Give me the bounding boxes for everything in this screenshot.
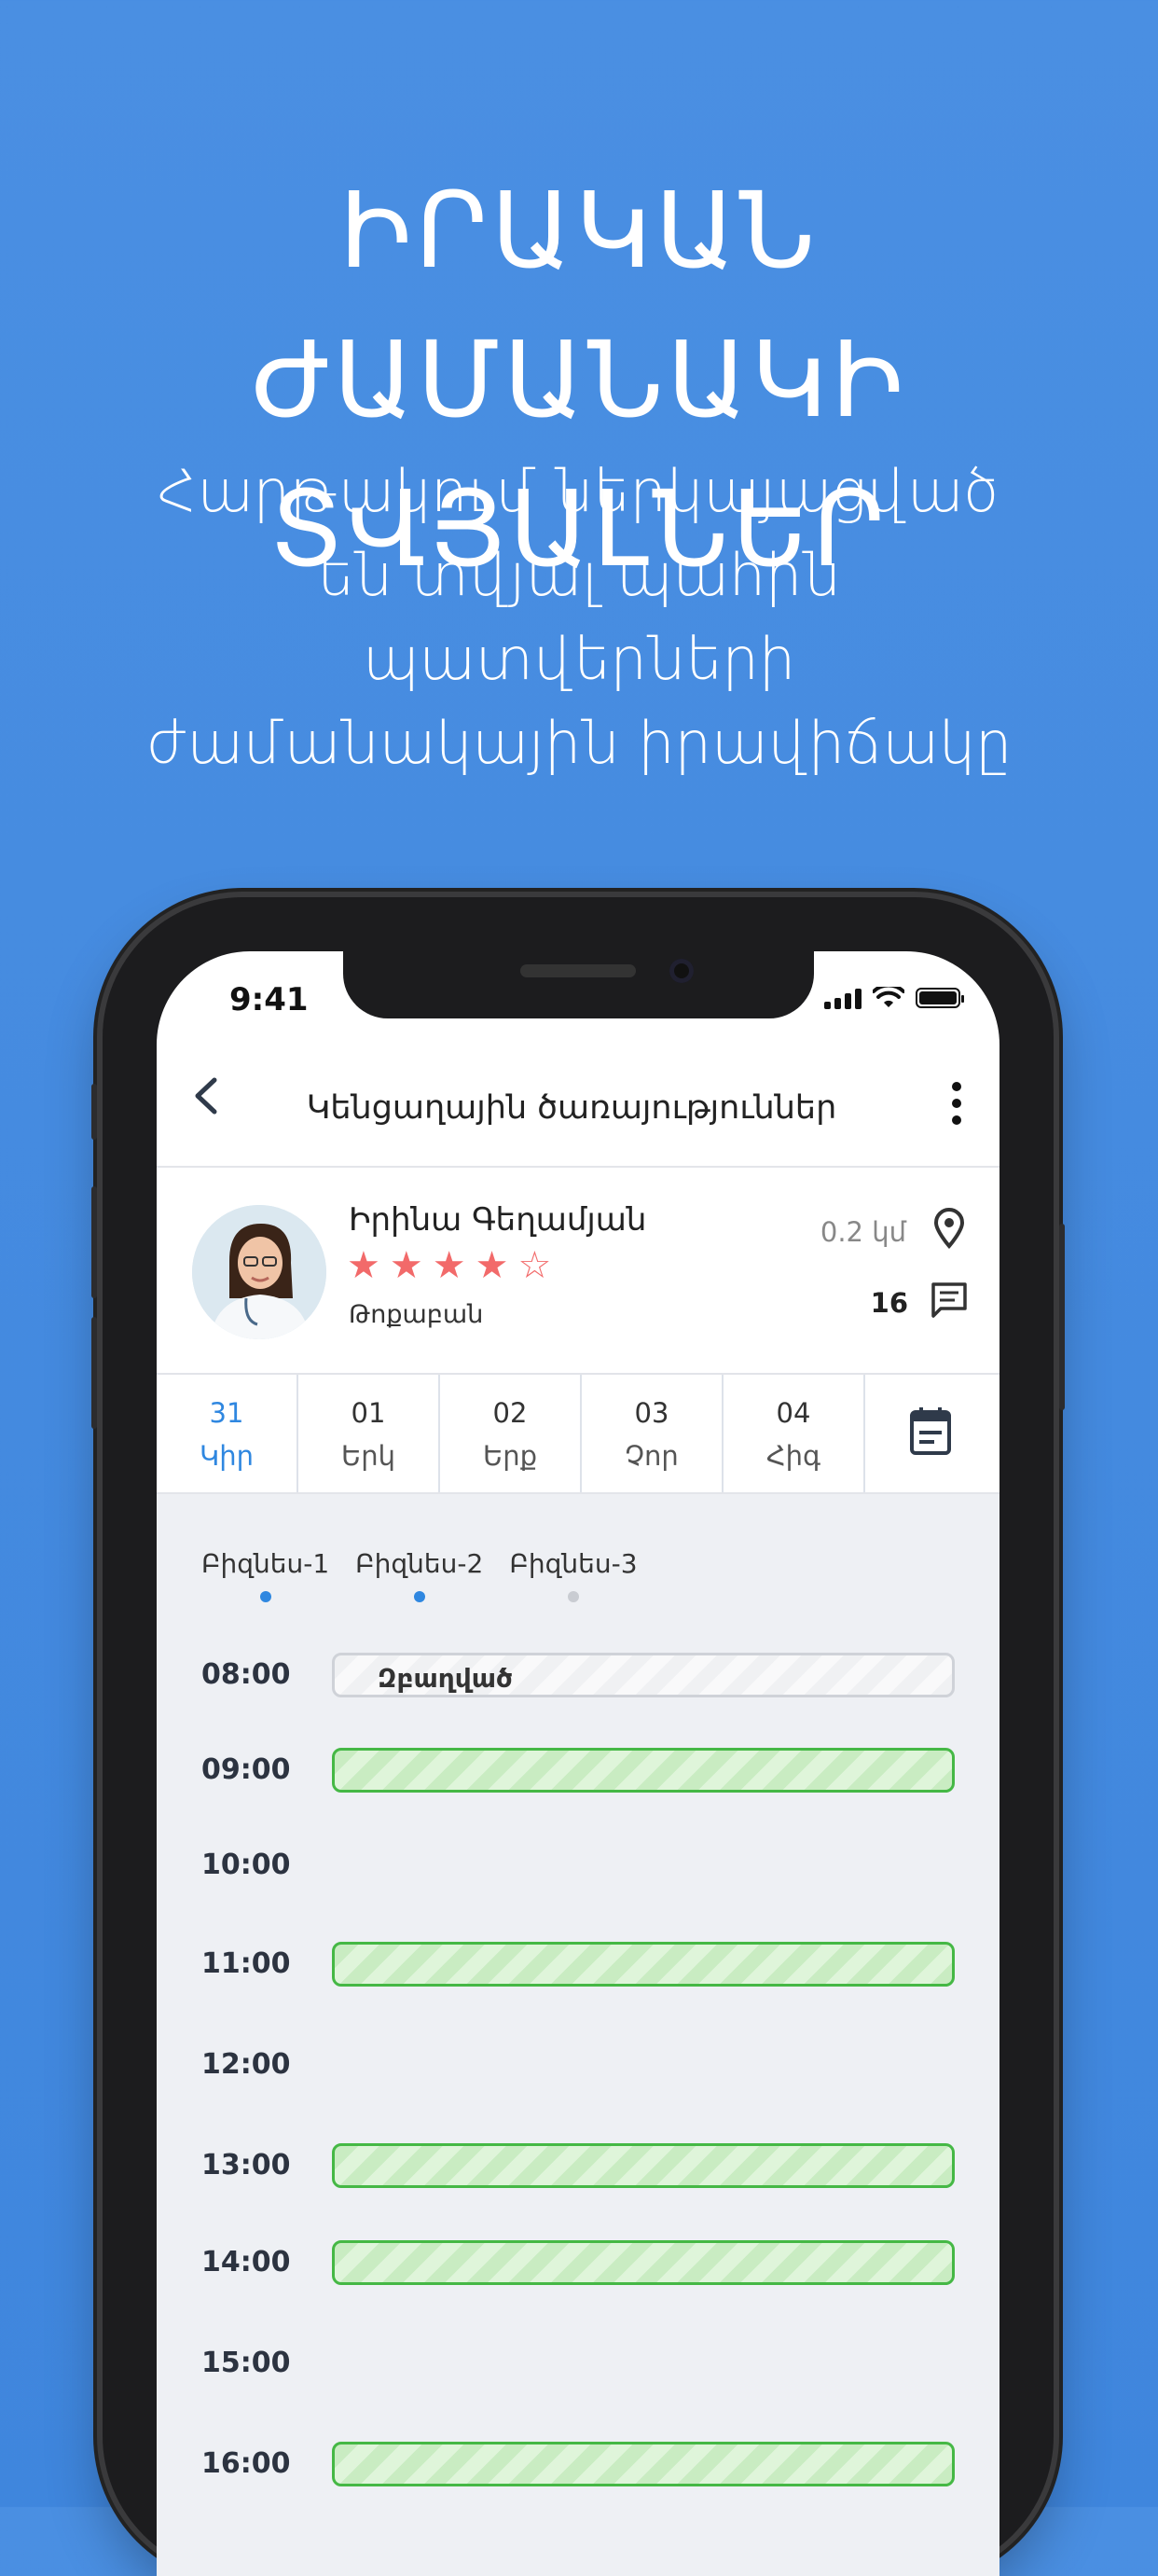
- phone-notch: [343, 951, 814, 1018]
- slot-time-label: 10:00: [201, 1849, 291, 1881]
- star-filled-icon: ★: [347, 1244, 380, 1287]
- front-camera: [669, 959, 694, 983]
- day-number: 31: [209, 1397, 244, 1429]
- star-filled-icon: ★: [432, 1244, 466, 1287]
- star-filled-icon: ★: [475, 1244, 509, 1287]
- slot-time-label: 09:00: [201, 1753, 291, 1786]
- slot-time-label: 12:00: [201, 2048, 291, 2081]
- distance-label: 0.2 կմ: [820, 1216, 906, 1248]
- subline-line-2: են տվյալ պահին: [317, 541, 841, 609]
- status-time: 9:41: [229, 981, 309, 1018]
- day-number: 03: [634, 1397, 669, 1429]
- provider-role: Թոքաբան: [349, 1300, 484, 1329]
- business-tab-label: Բիզնես-1: [201, 1548, 330, 1579]
- active-dot: [413, 1591, 425, 1602]
- schedule-panel: Բիզնես-1 Բիզնես-2 Բիզնես-3 08:00 Զբաղված 0…: [157, 1494, 999, 2576]
- active-dot: [259, 1591, 271, 1602]
- message-count: 16: [870, 1287, 908, 1319]
- day-name: Երկ: [341, 1440, 395, 1472]
- busy-slot: Զբաղված: [332, 1653, 955, 1697]
- subline-line-4: ժամանակային իրավիճակը: [145, 709, 1013, 777]
- slot-time-label: 11:00: [201, 1947, 291, 1980]
- available-slot[interactable]: [332, 2240, 955, 2285]
- battery-icon: [916, 988, 964, 1008]
- slot-time-label: 14:00: [201, 2246, 291, 2278]
- day-tab-0[interactable]: 31 Կիր: [157, 1375, 298, 1492]
- day-number: 01: [351, 1397, 386, 1429]
- day-tab-2[interactable]: 02 Երք: [440, 1375, 582, 1492]
- slot-time-label: 16:00: [201, 2447, 291, 2480]
- calendar-button[interactable]: [865, 1375, 999, 1492]
- calendar-icon: [910, 1407, 951, 1455]
- day-number: 02: [492, 1397, 528, 1429]
- business-tab-3[interactable]: Բիզնես-3: [509, 1548, 638, 1602]
- slot-time-label: 15:00: [201, 2347, 291, 2379]
- location-pin-icon[interactable]: [931, 1207, 968, 1250]
- business-tab-1[interactable]: Բիզնես-1: [201, 1548, 330, 1602]
- back-arrow-icon[interactable]: [185, 1073, 231, 1119]
- day-tab-3[interactable]: 03 Չոր: [582, 1375, 724, 1492]
- app-screen: 9:41 Կենցաղային ծառայություններ Իրինա Գե…: [157, 951, 999, 2576]
- wifi-icon: [873, 987, 904, 1007]
- day-name: Կիր: [200, 1440, 254, 1472]
- business-tab-2[interactable]: Բիզնես-2: [355, 1548, 484, 1602]
- headline-line-1: ԻՐԱԿԱՆ ԺԱՄԱՆԱԿԻ: [251, 171, 907, 441]
- busy-slot-label: Զբաղված: [378, 1663, 513, 1694]
- avatar: [192, 1205, 326, 1339]
- star-filled-icon: ★: [389, 1244, 423, 1287]
- business-tabs: Բիզնես-1 Բիզնես-2 Բիզնես-3: [201, 1548, 638, 1602]
- phone-volume-down: [91, 1317, 97, 1429]
- day-name: Երք: [482, 1440, 538, 1472]
- status-icons: [824, 987, 964, 1009]
- available-slot[interactable]: [332, 2442, 955, 2486]
- subline-line-1: Հարթակում ներկայացված: [157, 457, 1001, 525]
- inactive-dot: [567, 1591, 579, 1602]
- day-name: Հիգ: [765, 1440, 821, 1472]
- day-selector: 31 Կիր 01 Երկ 02 Երք 03 Չոր 04 Հիգ: [157, 1375, 999, 1494]
- phone-mute-switch: [91, 1084, 97, 1140]
- day-tab-4[interactable]: 04 Հիգ: [724, 1375, 865, 1492]
- slot-time-label: 08:00: [201, 1658, 291, 1691]
- phone-volume-up: [91, 1186, 97, 1298]
- day-number: 04: [776, 1397, 811, 1429]
- slot-time-label: 13:00: [201, 2149, 291, 2181]
- business-tab-label: Բիզնես-3: [509, 1548, 638, 1579]
- phone-power-button: [1059, 1224, 1065, 1410]
- more-options-icon[interactable]: [951, 1082, 962, 1125]
- navigation-bar: Կենցաղային ծառայություններ: [157, 1035, 999, 1168]
- business-tab-label: Բիզնես-2: [355, 1548, 484, 1579]
- available-slot[interactable]: [332, 1748, 955, 1793]
- speaker-grille: [520, 964, 636, 977]
- message-icon[interactable]: [929, 1280, 970, 1321]
- day-name: Չոր: [625, 1440, 679, 1472]
- subline-line-3: պատվերների: [362, 625, 796, 693]
- day-tab-1[interactable]: 01 Երկ: [298, 1375, 440, 1492]
- subline: Հարթակում ներկայացված են տվյալ պահին պատ…: [113, 450, 1045, 785]
- available-slot[interactable]: [332, 1942, 955, 1987]
- provider-card[interactable]: Իրինա Գեղամյան ★ ★ ★ ★ ☆ Թոքաբան 0.2 կմ 16: [157, 1168, 999, 1375]
- rating-stars: ★ ★ ★ ★ ☆: [347, 1244, 551, 1287]
- provider-name: Իրինա Գեղամյան: [349, 1201, 647, 1239]
- star-empty-icon: ☆: [517, 1244, 552, 1287]
- page-title: Կենցաղային ծառայություններ: [306, 1089, 837, 1127]
- signal-icon: [824, 987, 862, 1009]
- phone-frame: 9:41 Կենցաղային ծառայություններ Իրինա Գե…: [91, 897, 1065, 2576]
- available-slot[interactable]: [332, 2143, 955, 2188]
